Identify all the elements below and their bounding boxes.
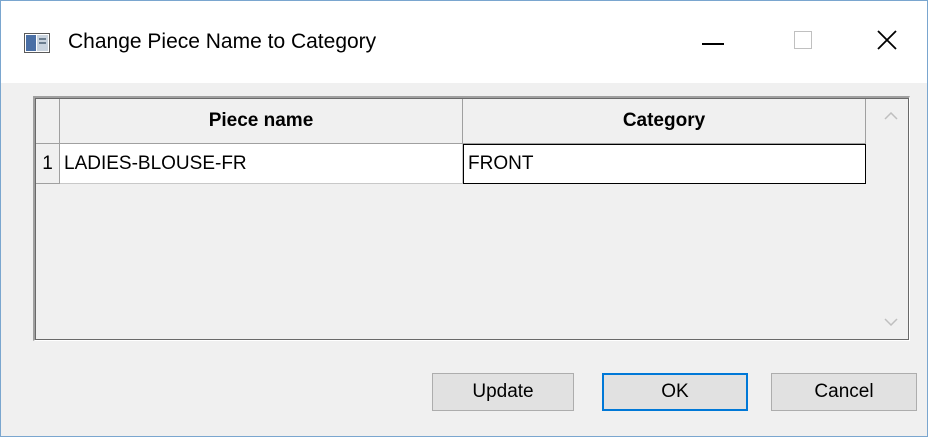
maximize-icon xyxy=(794,30,812,54)
ok-button[interactable]: OK xyxy=(602,373,748,411)
maximize-button[interactable] xyxy=(773,17,833,67)
update-button[interactable]: Update xyxy=(432,373,574,411)
dialog-client-area: Piece name Category 1 LADIES-BLOUSE-FR F… xyxy=(1,83,927,436)
app-icon xyxy=(24,33,50,53)
scroll-up-button[interactable] xyxy=(874,99,908,133)
title-bar[interactable]: Change Piece Name to Category xyxy=(1,1,927,83)
grid-frame: Piece name Category 1 LADIES-BLOUSE-FR F… xyxy=(35,98,909,340)
column-header-category[interactable]: Category xyxy=(463,99,866,144)
close-icon xyxy=(877,29,897,55)
cell-piece-name[interactable]: LADIES-BLOUSE-FR xyxy=(60,144,463,184)
chevron-up-icon xyxy=(884,107,898,125)
minimize-icon xyxy=(702,33,724,51)
piece-category-grid[interactable]: Piece name Category 1 LADIES-BLOUSE-FR F… xyxy=(33,96,910,341)
vertical-scrollbar[interactable] xyxy=(874,99,908,339)
scroll-down-button[interactable] xyxy=(874,305,908,339)
cancel-button[interactable]: Cancel xyxy=(771,373,917,411)
close-button[interactable] xyxy=(857,17,917,67)
row-number[interactable]: 1 xyxy=(36,144,60,184)
column-header-piece-name[interactable]: Piece name xyxy=(60,99,463,144)
window-title: Change Piece Name to Category xyxy=(68,30,377,53)
grid-corner[interactable] xyxy=(36,99,60,144)
chevron-down-icon xyxy=(884,313,898,331)
minimize-button[interactable] xyxy=(683,17,743,67)
cell-category[interactable]: FRONT xyxy=(463,144,866,184)
dialog-window: Change Piece Name to Category Piece name xyxy=(0,0,928,437)
